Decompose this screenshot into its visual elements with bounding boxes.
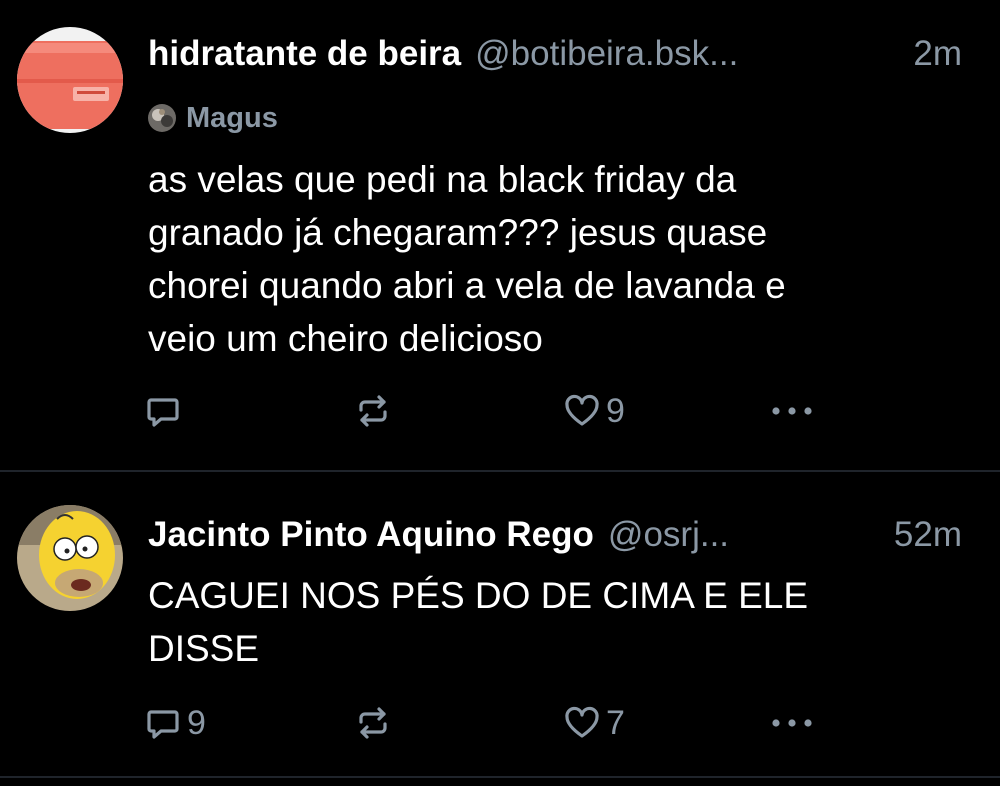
reply-button[interactable]: 9 xyxy=(145,698,206,748)
more-icon xyxy=(770,717,814,729)
post[interactable]: Jacinto Pinto Aquino Rego @osrj... 52m C… xyxy=(0,472,1000,780)
display-name[interactable]: Jacinto Pinto Aquino Rego xyxy=(148,513,594,557)
reply-context[interactable]: Magus xyxy=(148,100,278,136)
post-header: Jacinto Pinto Aquino Rego @osrj... 52m xyxy=(148,513,962,557)
reply-avatar xyxy=(148,104,176,132)
reply-to-name: Magus xyxy=(186,101,278,134)
more-options-button[interactable] xyxy=(770,698,814,748)
reply-icon xyxy=(145,393,181,429)
reply-icon xyxy=(145,705,181,741)
like-count: 9 xyxy=(606,391,625,430)
action-bar: 9 7 xyxy=(0,698,1000,748)
repost-icon xyxy=(354,705,392,741)
more-options-button[interactable] xyxy=(770,386,814,436)
handle[interactable]: @osrj... xyxy=(608,513,729,557)
handle[interactable]: @botibeira.bsk... xyxy=(475,32,738,76)
timestamp[interactable]: 52m xyxy=(880,513,962,557)
repost-button[interactable] xyxy=(354,386,392,436)
repost-icon xyxy=(354,393,392,429)
post-text: as velas que pedi na black friday da gra… xyxy=(148,159,786,359)
avatar[interactable] xyxy=(17,505,123,611)
timestamp[interactable]: 2m xyxy=(899,32,962,76)
like-count: 7 xyxy=(606,703,625,742)
divider xyxy=(0,776,1000,778)
action-bar: 9 xyxy=(0,386,1000,436)
avatar[interactable] xyxy=(17,27,123,133)
post-text: CAGUEI NOS PÉS DO DE CIMA E ELE DISSE xyxy=(148,575,809,669)
post-header: hidratante de beira @botibeira.bsk... 2m xyxy=(148,32,962,76)
post[interactable]: hidratante de beira @botibeira.bsk... 2m… xyxy=(0,0,1000,472)
repost-button[interactable] xyxy=(354,698,392,748)
reply-count: 9 xyxy=(187,703,206,742)
display-name[interactable]: hidratante de beira xyxy=(148,32,461,76)
like-button[interactable]: 9 xyxy=(564,386,625,436)
heart-icon xyxy=(564,394,600,428)
like-button[interactable]: 7 xyxy=(564,698,625,748)
reply-button[interactable] xyxy=(145,386,187,436)
more-icon xyxy=(770,405,814,417)
heart-icon xyxy=(564,706,600,740)
